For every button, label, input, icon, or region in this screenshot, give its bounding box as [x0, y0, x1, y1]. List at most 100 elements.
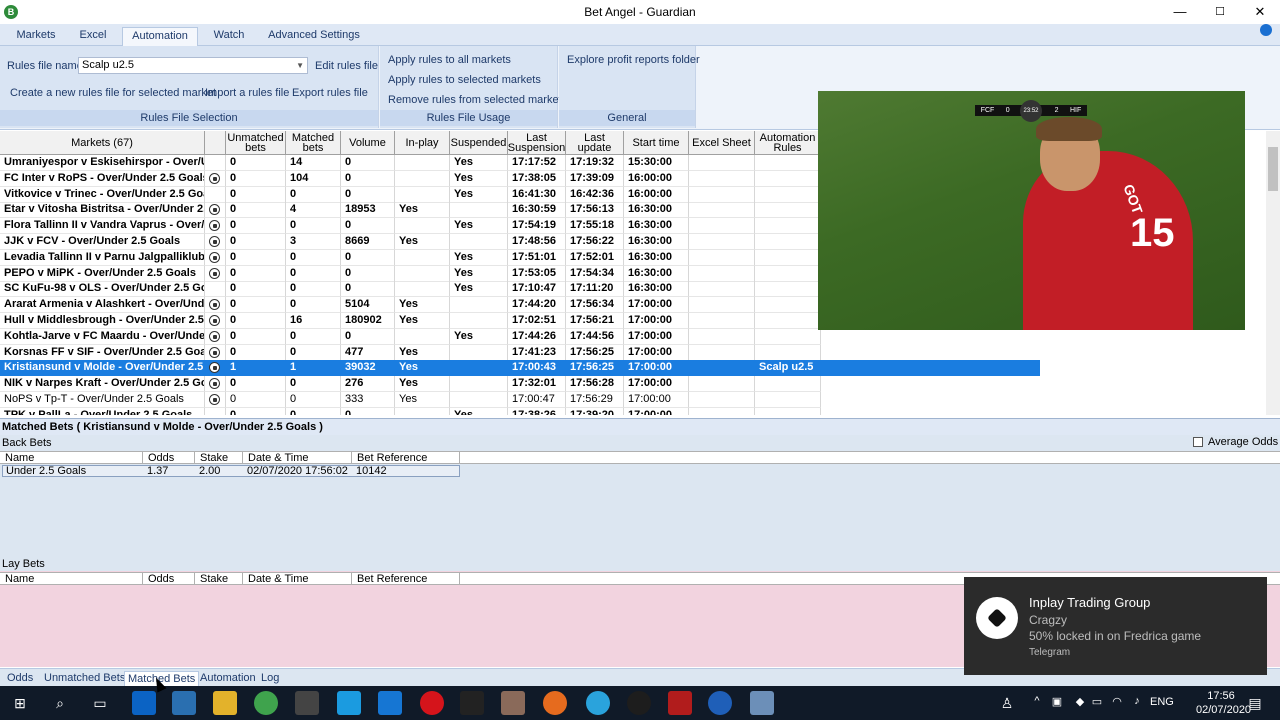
create-rules-file-link[interactable]: Create a new rules file for selected mar… — [10, 87, 216, 99]
teams-icon[interactable] — [172, 691, 196, 715]
col-bet-reference[interactable]: Bet Reference — [352, 573, 460, 585]
video-stream[interactable]: 15 GOT FCF 0 2 HIF 23:52 — [818, 91, 1245, 330]
cell-last_update: 17:56:13 — [566, 202, 624, 219]
table-row[interactable]: Kohtla-Jarve v FC Maardu - Over/Under 2.… — [0, 328, 1040, 345]
telegram-icon[interactable] — [586, 691, 610, 715]
remove-rules-link[interactable]: Remove rules from selected markets — [388, 94, 567, 106]
col-last-suspension[interactable]: Last Suspension — [508, 131, 566, 155]
cell-matched: 0 — [286, 328, 341, 345]
col-odds[interactable]: Odds — [143, 452, 195, 464]
col-excel-sheet[interactable]: Excel Sheet — [689, 131, 755, 155]
tab-automation-log[interactable]: Automation — [200, 671, 256, 687]
col-stake[interactable]: Stake — [195, 573, 243, 585]
average-odds-checkbox[interactable]: Average Odds — [1193, 436, 1278, 448]
col-unmatched[interactable]: Unmatched bets — [226, 131, 286, 155]
windows-start-icon[interactable]: ⊞ — [8, 695, 32, 712]
tab-log[interactable]: Log — [261, 671, 279, 687]
col-suspended[interactable]: Suspended — [450, 131, 508, 155]
help-icon[interactable] — [1260, 24, 1272, 36]
col-stake[interactable]: Stake — [195, 452, 243, 464]
checkbox-icon[interactable] — [1193, 437, 1203, 447]
col-start-time[interactable]: Start time — [624, 131, 689, 155]
l-app-icon[interactable] — [337, 691, 361, 715]
grid-scrollbar[interactable] — [1266, 131, 1280, 415]
app-icon[interactable] — [668, 691, 692, 715]
tab-watch[interactable]: Watch — [204, 27, 254, 46]
bet-angel-taskbar-icon[interactable] — [708, 691, 732, 715]
cell-suspended — [450, 313, 508, 329]
col-last-update[interactable]: Last update — [566, 131, 624, 155]
col-name[interactable]: Name — [0, 573, 143, 585]
col-markets[interactable]: Markets (67) — [0, 131, 205, 155]
col-bet-reference[interactable]: Bet Reference — [352, 452, 460, 464]
store-icon[interactable] — [295, 691, 319, 715]
app-icon[interactable] — [627, 691, 651, 715]
edge-icon[interactable] — [132, 691, 156, 715]
cell-volume: 18953 — [341, 202, 395, 219]
table-row[interactable]: Korsnas FF v SIF - Over/Under 2.5 Goals 0… — [0, 344, 1040, 361]
col-inplay[interactable]: In-play — [395, 131, 450, 155]
col-date-time[interactable]: Date & Time — [243, 452, 352, 464]
app-icon[interactable] — [501, 691, 525, 715]
rules-file-select[interactable]: Scalp u2.5 ▼ — [78, 57, 308, 74]
table-row[interactable]: NoPS v Tp-T - Over/Under 2.5 Goals 0 0 333 Y… — [0, 392, 1040, 408]
tab-advanced-settings[interactable]: Advanced Settings — [262, 27, 366, 46]
cell-start: 16:30:00 — [624, 265, 689, 282]
notification-toast[interactable]: Inplay Trading Group Cragzy 50% locked i… — [964, 577, 1267, 675]
firefox-icon[interactable] — [543, 691, 567, 715]
away-team: HIF — [1069, 107, 1082, 114]
apply-all-link[interactable]: Apply rules to all markets — [388, 54, 511, 66]
cell-volume: 0 — [341, 407, 395, 415]
minimize-button[interactable]: — — [1160, 0, 1200, 24]
tab-excel[interactable]: Excel — [68, 27, 118, 46]
cell-inplay: Yes — [395, 344, 450, 361]
col-volume[interactable]: Volume — [341, 131, 395, 155]
football-icon — [205, 155, 226, 171]
table-row[interactable]: Kristiansund v Molde - Over/Under 2.5 Go… — [0, 360, 1040, 377]
import-rules-file-link[interactable]: Import a rules file — [205, 87, 289, 99]
chrome-icon[interactable] — [254, 691, 278, 715]
maximize-button[interactable]: ☐ — [1200, 0, 1240, 24]
people-icon[interactable]: ♙ — [995, 695, 1019, 712]
scrollbar-thumb[interactable] — [1268, 147, 1278, 191]
col-date-time[interactable]: Date & Time — [243, 573, 352, 585]
col-name[interactable]: Name — [0, 452, 143, 464]
terminal-icon[interactable] — [460, 691, 484, 715]
mail-icon[interactable] — [378, 691, 402, 715]
task-view-icon[interactable]: ▭ — [88, 695, 112, 712]
cell-start: 15:30:00 — [624, 155, 689, 171]
back-bet-row[interactable]: Under 2.5 Goals 1.37 2.00 02/07/2020 17:… — [2, 465, 460, 477]
language-indicator[interactable]: ENG — [1150, 696, 1174, 708]
back-bets-panel: Back Bets Average Odds Name Odds Stake D… — [0, 435, 1280, 557]
col-matched[interactable]: Matched bets — [286, 131, 341, 155]
cell-rules — [755, 376, 821, 393]
close-button[interactable]: ✕ — [1240, 0, 1280, 24]
tab-markets[interactable]: Markets — [8, 27, 64, 46]
edit-rules-file-link[interactable]: Edit rules file — [315, 60, 378, 72]
cell-start: 17:00:00 — [624, 376, 689, 393]
football-icon — [209, 236, 220, 247]
clock[interactable]: 17:56 02/07/2020 — [1196, 689, 1251, 717]
tab-automation[interactable]: Automation — [122, 27, 198, 46]
table-row[interactable]: NIK v Narpes Kraft - Over/Under 2.5 Goal… — [0, 376, 1040, 393]
tab-unmatched-bets[interactable]: Unmatched Bets — [44, 671, 125, 687]
cell-name: NIK v Narpes Kraft - Over/Under 2.5 Goal… — [0, 376, 205, 393]
explore-reports-link[interactable]: Explore profit reports folder — [567, 54, 700, 66]
col-odds[interactable]: Odds — [143, 573, 195, 585]
volume-icon[interactable]: ♪ — [1125, 695, 1149, 707]
opera-icon[interactable] — [420, 691, 444, 715]
notifications-icon[interactable]: ▤ — [1243, 695, 1267, 712]
tray-icon[interactable]: ▣ — [1045, 695, 1069, 708]
table-row[interactable]: TPK v PallLa - Over/Under 2.5 Goals 0 0 0 Ye… — [0, 407, 1040, 415]
col-automation-rules[interactable]: Automation Rules — [755, 131, 821, 155]
cell-suspended: Yes — [450, 186, 508, 203]
cell-excel — [689, 407, 755, 415]
search-icon[interactable]: ⌕ — [48, 695, 72, 712]
apply-selected-link[interactable]: Apply rules to selected markets — [388, 74, 541, 86]
cell-rules — [755, 249, 821, 266]
cell-name: NoPS v Tp-T - Over/Under 2.5 Goals — [0, 392, 205, 408]
app-icon[interactable] — [750, 691, 774, 715]
file-explorer-icon[interactable] — [213, 691, 237, 715]
export-rules-file-link[interactable]: Export rules file — [292, 87, 368, 99]
tab-odds[interactable]: Odds — [7, 671, 33, 687]
